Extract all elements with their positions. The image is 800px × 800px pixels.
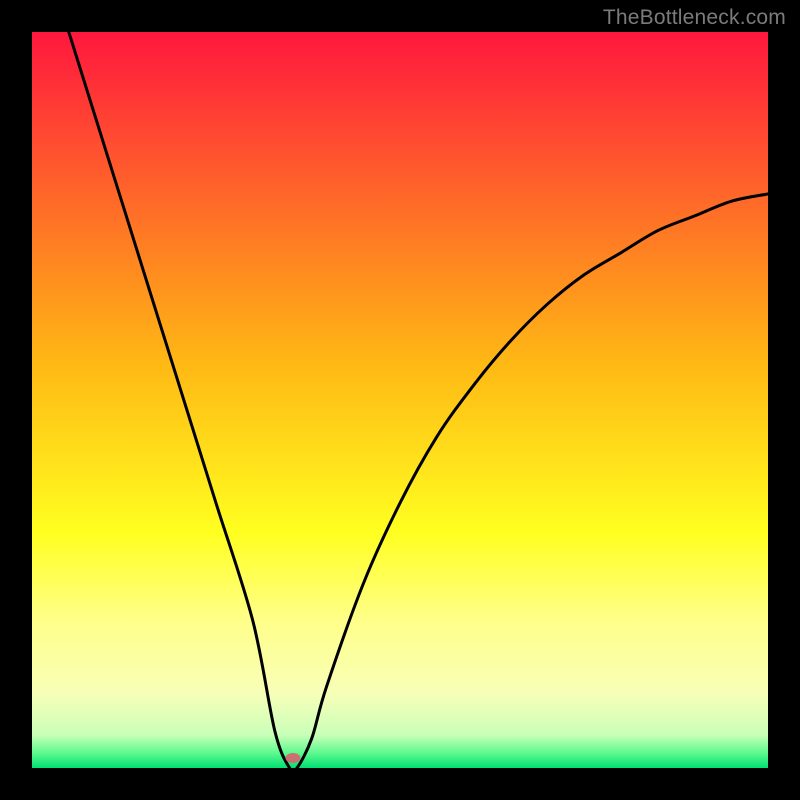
- watermark-text: TheBottleneck.com: [603, 6, 786, 30]
- outer-frame: TheBottleneck.com: [0, 0, 800, 800]
- chart-background: [32, 32, 768, 768]
- optimal-point-marker: [286, 753, 301, 763]
- chart-svg: [32, 32, 768, 768]
- plot-area: [32, 32, 768, 768]
